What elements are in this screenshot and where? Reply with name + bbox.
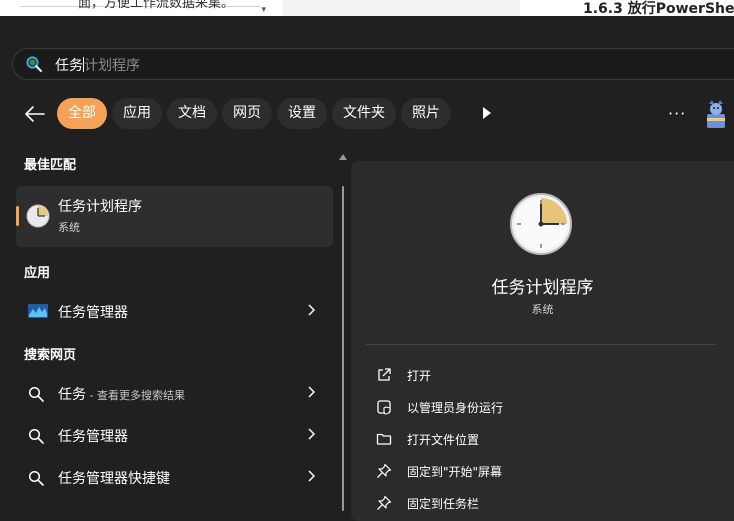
search-box[interactable]: 任务计划程序 [12,48,734,80]
list-item-web-search[interactable]: 任务 - 查看更多搜索结果 [16,374,333,412]
action-label: 以管理员身份运行 [407,401,504,415]
tab-photos[interactable]: 照片 [401,98,451,129]
task-manager-icon [28,304,48,318]
detail-title: 任务计划程序 [491,278,594,298]
list-item-task-manager[interactable]: 任务管理器 [16,292,333,330]
web-search-heading: 搜索网页 [24,348,77,363]
list-item-label: 任务管理器 [58,305,128,321]
search-autocomplete-text: 计划程序 [84,58,140,74]
search-icon [26,56,43,73]
web-query-text: 任务 [58,387,86,403]
action-label: 打开文件位置 [407,433,480,447]
scroll-up-arrow[interactable] [339,154,347,160]
chevron-right-icon[interactable] [307,470,315,482]
background-document: 面，方便工作流数据采集。 ▾ [16,0,266,16]
avatar[interactable] [703,100,729,130]
list-item-label: 任务管理器 [58,429,128,445]
web-query-hint: - 查看更多搜索结果 [86,389,185,402]
list-item-label: 任务管理器快捷键 [58,471,170,487]
chevron-right-icon[interactable] [307,386,315,398]
search-query-text: 任务 [55,58,83,74]
list-item-label: 任务 - 查看更多搜索结果 [58,384,185,404]
action-pin-to-taskbar[interactable]: 固定到任务栏 [376,492,696,516]
action-pin-to-start[interactable]: 固定到"开始"屏幕 [376,460,696,484]
background-doc-text: 面，方便工作流数据采集。 [78,0,235,11]
pin-icon [377,495,392,510]
action-open[interactable]: 打开 [376,364,696,388]
back-arrow-icon[interactable] [24,105,46,123]
chevron-right-icon[interactable] [307,304,315,316]
list-item-web-search[interactable]: 任务管理器快捷键 [16,458,333,496]
search-icon [28,386,44,402]
action-label: 固定到"开始"屏幕 [407,465,503,479]
background-dropdown-icon: ▾ [261,5,266,15]
divider [366,344,716,345]
more-options-button[interactable]: ··· [668,104,686,123]
more-tabs-play-icon[interactable] [482,107,492,119]
best-match-item[interactable]: 任务计划程序 系统 [16,186,333,247]
tab-web[interactable]: 网页 [222,98,272,129]
filter-tabs: 全部 应用 文档 网页 设置 文件夹 照片 [57,98,451,129]
detail-pane: 任务计划程序 系统 打开 以管理员身份运行 打开文件位置 固定到"开始"屏幕 固… [351,161,734,521]
search-input[interactable]: 任务计划程序 [55,55,140,75]
clock-icon [26,204,50,228]
apps-heading: 应用 [24,266,51,281]
search-icon [28,470,44,486]
run-as-admin-icon [377,400,391,415]
action-label: 打开 [407,369,432,383]
pin-icon [377,463,392,478]
selection-accent [16,206,19,226]
detail-kind: 系统 [531,303,554,316]
action-run-as-admin[interactable]: 以管理员身份运行 [376,396,696,420]
chevron-right-icon[interactable] [307,428,315,440]
folder-icon [376,433,392,445]
best-match-title: 任务计划程序 [58,199,142,215]
scrollbar[interactable] [342,186,344,511]
background-blank [283,0,520,16]
action-label: 固定到任务栏 [407,497,480,511]
list-item-web-search[interactable]: 任务管理器 [16,416,333,454]
start-search-panel: 任务计划程序 全部 应用 文档 网页 设置 文件夹 照片 ··· 最佳匹配 任务… [0,16,734,521]
best-match-heading: 最佳匹配 [24,158,77,173]
tab-all[interactable]: 全部 [57,98,107,129]
clock-icon [510,193,572,255]
search-icon [28,428,44,444]
tab-settings[interactable]: 设置 [277,98,327,129]
best-match-subtitle: 系统 [58,221,80,234]
tab-documents[interactable]: 文档 [167,98,217,129]
open-external-icon [378,368,391,381]
tab-apps[interactable]: 应用 [112,98,162,129]
action-open-file-location[interactable]: 打开文件位置 [376,428,696,452]
tab-folders[interactable]: 文件夹 [332,98,396,129]
